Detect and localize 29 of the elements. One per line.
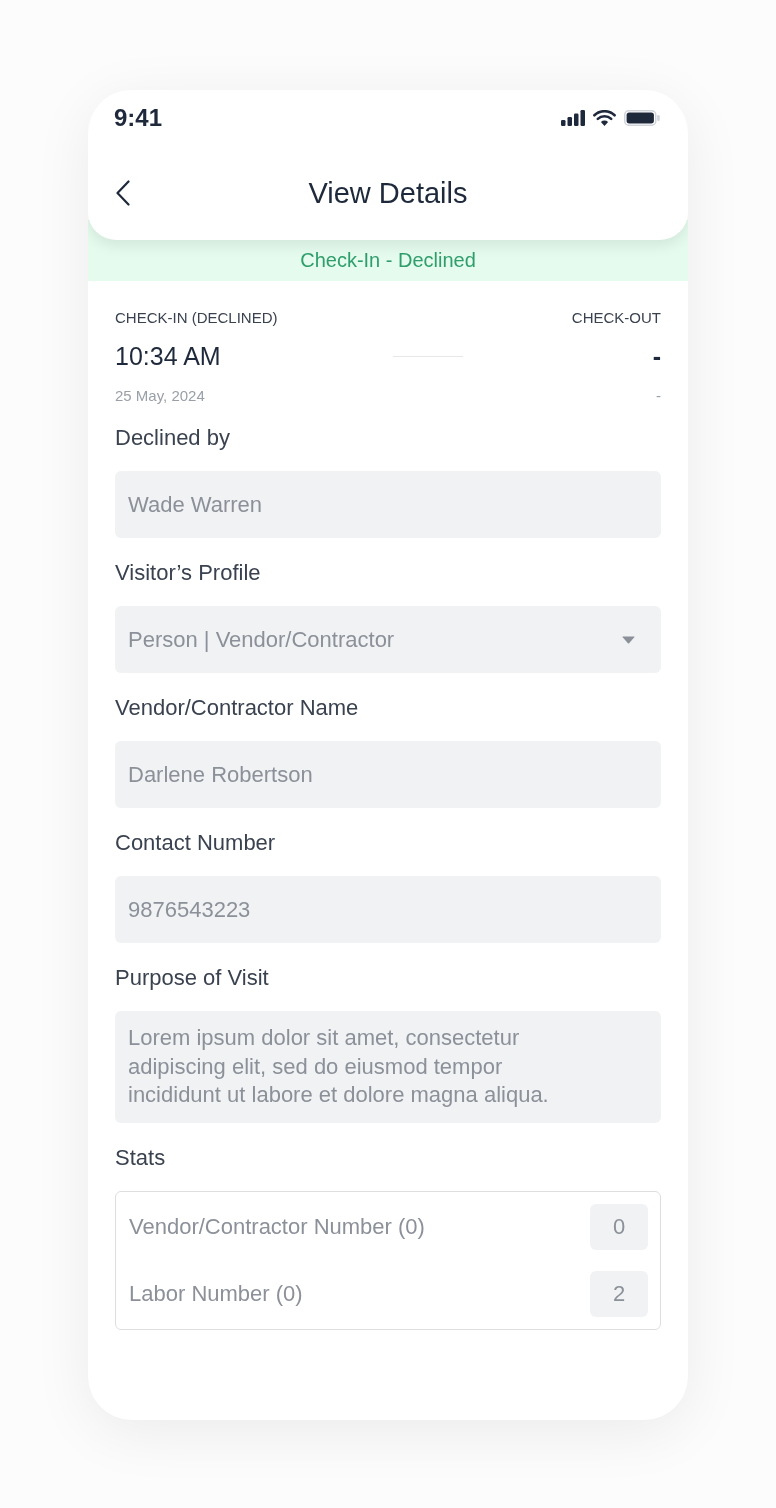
- stat-label: Vendor/Contractor Number (0): [129, 1213, 425, 1240]
- stat-label: Labor Number (0): [129, 1280, 303, 1307]
- status-time: 9:41: [114, 104, 163, 132]
- battery-icon: [624, 110, 660, 126]
- count-field[interactable]: 2: [590, 1270, 648, 1317]
- dropdown-field[interactable]: Person | Vendor/Contractor: [115, 606, 661, 673]
- text-area[interactable]: Lorem ipsum dolor sit amet, consectetur adipiscing elit, sed do eiusmod tempor incididunt ut labore et dolore magna aliqua.: [115, 1011, 661, 1123]
- caret-down-icon: [622, 635, 635, 644]
- check-in-label: CHECK-IN (DECLINED): [115, 309, 278, 327]
- stats-label: Stats: [115, 1143, 167, 1172]
- wifi-icon: [593, 110, 616, 126]
- input-field[interactable]: Wade Warren: [115, 471, 661, 538]
- field-label: Visitor’s Profile: [115, 559, 262, 587]
- back-button[interactable]: [116, 180, 130, 206]
- field-label: Declined by: [115, 424, 231, 452]
- input-field[interactable]: 9876543223: [115, 876, 661, 943]
- check-in-date: 25 May, 2024: [115, 386, 205, 405]
- page-title: View Details: [307, 176, 469, 211]
- check-out-label: CHECK-OUT: [571, 309, 661, 327]
- check-out-date: -: [656, 386, 661, 405]
- signal-icon: [561, 110, 585, 126]
- field-label: Vendor/Contractor Name: [115, 694, 360, 722]
- count-field[interactable]: 0: [590, 1203, 648, 1250]
- check-in-time: 10:34 AM: [115, 341, 221, 371]
- chevron-left-icon: [116, 180, 130, 206]
- field-label: Contact Number: [115, 829, 277, 857]
- check-out-time: -: [652, 341, 661, 371]
- input-field[interactable]: Darlene Robertson: [115, 741, 661, 808]
- field-label: Purpose of Visit: [115, 964, 270, 992]
